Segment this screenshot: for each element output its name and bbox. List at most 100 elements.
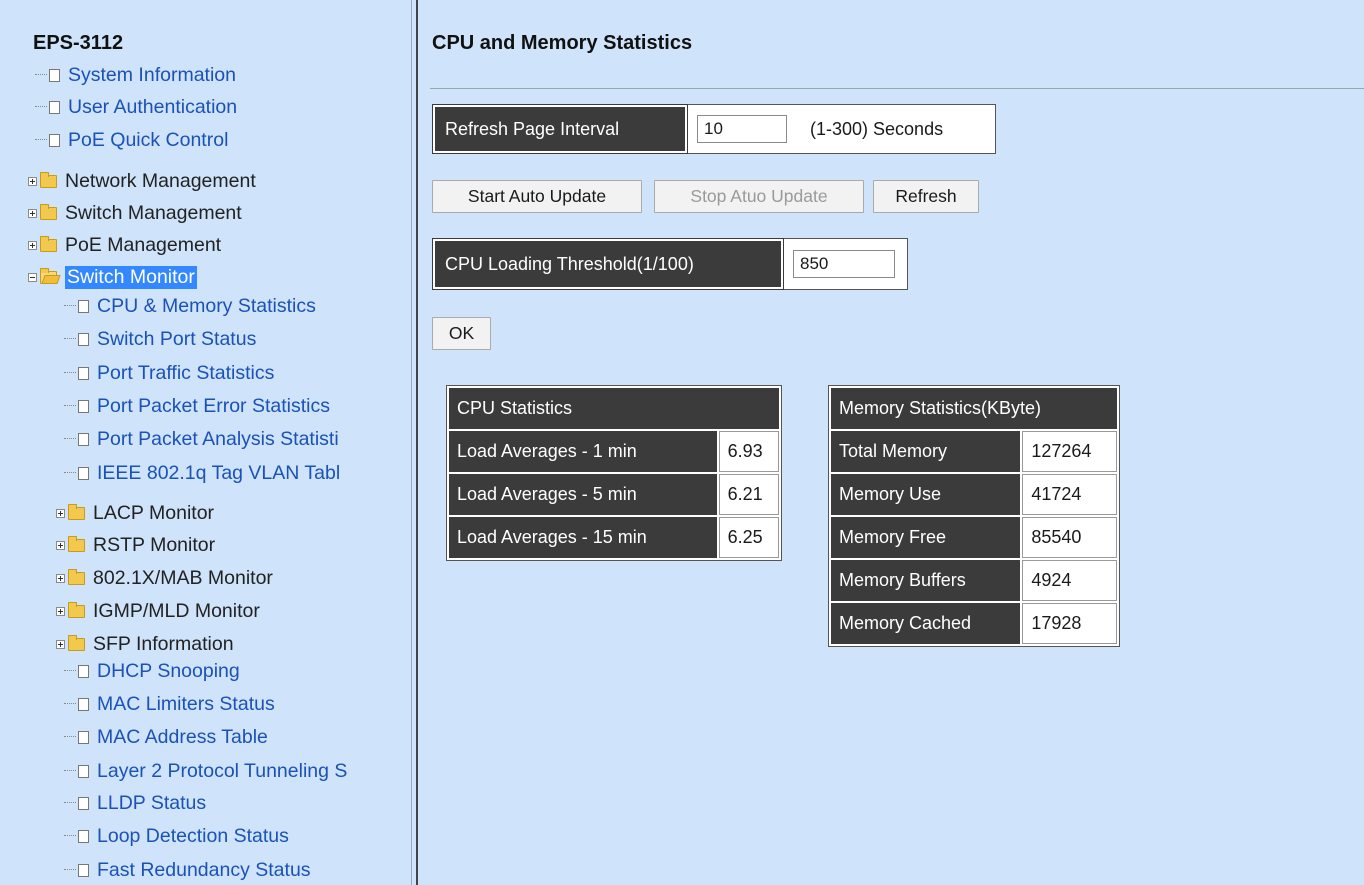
memory-value: 127264	[1022, 431, 1117, 472]
expand-icon[interactable]	[56, 540, 65, 550]
tree-item-switch-port-status[interactable]: Switch Port Status	[64, 324, 256, 354]
expand-icon[interactable]	[56, 508, 65, 518]
folder-icon	[40, 235, 57, 252]
page-icon	[78, 863, 89, 877]
refresh-interval-input[interactable]: 10	[697, 115, 787, 143]
start-auto-update-button[interactable]: Start Auto Update	[432, 180, 642, 213]
memory-label: Memory Use	[831, 474, 1021, 515]
expand-icon[interactable]	[28, 208, 37, 218]
expand-icon[interactable]	[56, 606, 65, 616]
page-icon	[78, 764, 89, 778]
tree-folder-8021x-mab-monitor[interactable]: 802.1X/MAB Monitor	[56, 563, 273, 593]
tree-item-dhcp-snooping[interactable]: DHCP Snooping	[64, 656, 240, 686]
tree-item-poe-quick-control[interactable]: PoE Quick Control	[35, 125, 228, 155]
page-icon	[49, 100, 60, 114]
tree-item-layer2-protocol-tunneling[interactable]: Layer 2 Protocol Tunneling S	[64, 756, 347, 786]
main-content: CPU and Memory Statistics Refresh Page I…	[422, 0, 1364, 885]
folder-icon	[68, 634, 85, 651]
page-icon	[78, 664, 89, 678]
tree-folder-switch-monitor[interactable]: Switch Monitor	[28, 262, 197, 292]
cpu-threshold-input[interactable]: 850	[793, 250, 895, 278]
page-icon	[78, 829, 89, 843]
expand-icon[interactable]	[28, 176, 37, 186]
cpu-load-label: Load Averages - 15 min	[449, 517, 717, 558]
tree-item-cpu-memory-statistics[interactable]: CPU & Memory Statistics	[64, 291, 316, 321]
tree-item-port-packet-error-statistics[interactable]: Port Packet Error Statistics	[64, 391, 330, 421]
stop-auto-update-button[interactable]: Stop Atuo Update	[654, 180, 864, 213]
ok-button[interactable]: OK	[432, 317, 491, 350]
folder-icon	[40, 203, 57, 220]
table-row: Memory Buffers 4924	[831, 560, 1117, 601]
page-icon	[78, 432, 89, 446]
tree-item-port-traffic-statistics[interactable]: Port Traffic Statistics	[64, 358, 274, 388]
cpu-threshold-row: CPU Loading Threshold(1/100) 850	[432, 238, 908, 290]
page-icon	[78, 730, 89, 744]
table-row: Memory Cached 17928	[831, 603, 1117, 644]
tree-item-lldp-status[interactable]: LLDP Status	[64, 788, 206, 818]
tree-item-mac-limiters-status[interactable]: MAC Limiters Status	[64, 689, 275, 719]
memory-value: 41724	[1022, 474, 1117, 515]
memory-value: 17928	[1022, 603, 1117, 644]
tree-folder-rstp-monitor[interactable]: RSTP Monitor	[56, 530, 215, 560]
cpu-load-label: Load Averages - 1 min	[449, 431, 717, 472]
page-icon	[78, 332, 89, 346]
tree-folder-lacp-monitor[interactable]: LACP Monitor	[56, 498, 214, 528]
collapse-icon[interactable]	[28, 272, 37, 282]
table-row: Load Averages - 15 min 6.25	[449, 517, 779, 558]
tree-item-fast-redundancy-status[interactable]: Fast Redundancy Status	[64, 855, 311, 885]
table-row: Load Averages - 1 min 6.93	[449, 431, 779, 472]
tree-folder-poe-management[interactable]: PoE Management	[28, 230, 221, 260]
tree-item-loop-detection-status[interactable]: Loop Detection Status	[64, 821, 289, 851]
page-icon	[78, 366, 89, 380]
page-title: CPU and Memory Statistics	[432, 32, 693, 54]
open-folder-icon	[40, 267, 57, 284]
memory-statistics-header: Memory Statistics(KByte)	[831, 388, 1117, 429]
table-row: Load Averages - 5 min 6.21	[449, 474, 779, 515]
refresh-interval-label: Refresh Page Interval	[432, 104, 688, 154]
folder-icon	[68, 535, 85, 552]
tree-item-ieee-8021q-tag-vlan-table[interactable]: IEEE 802.1q Tag VLAN Tabl	[64, 458, 340, 488]
expand-icon[interactable]	[56, 639, 65, 649]
table-row: Memory Use 41724	[831, 474, 1117, 515]
page-icon	[78, 796, 89, 810]
page-icon	[78, 697, 89, 711]
tree-folder-switch-management[interactable]: Switch Management	[28, 198, 242, 228]
cpu-statistics-table: CPU Statistics Load Averages - 1 min 6.9…	[446, 385, 782, 561]
refresh-button[interactable]: Refresh	[873, 180, 979, 213]
cpu-threshold-label: CPU Loading Threshold(1/100)	[432, 238, 784, 290]
tree-item-mac-address-table[interactable]: MAC Address Table	[64, 722, 268, 752]
frame-splitter[interactable]	[411, 0, 422, 885]
table-row: Total Memory 127264	[831, 431, 1117, 472]
refresh-interval-row: Refresh Page Interval 10 (1-300) Seconds	[432, 104, 996, 154]
memory-label: Total Memory	[831, 431, 1021, 472]
tree-item-system-information[interactable]: System Information	[35, 60, 236, 90]
expand-icon[interactable]	[56, 573, 65, 583]
memory-label: Memory Cached	[831, 603, 1021, 644]
memory-value: 85540	[1022, 517, 1117, 558]
cpu-load-value: 6.21	[718, 474, 779, 515]
page-icon	[49, 133, 60, 147]
tree-folder-network-management[interactable]: Network Management	[28, 166, 256, 196]
memory-statistics-table: Memory Statistics(KByte) Total Memory 12…	[828, 385, 1120, 647]
tree-item-port-packet-analysis-statistics[interactable]: Port Packet Analysis Statisti	[64, 424, 339, 454]
page-icon	[78, 399, 89, 413]
cpu-load-value: 6.25	[718, 517, 779, 558]
device-title: EPS-3112	[33, 32, 124, 54]
folder-icon	[68, 601, 85, 618]
tree-folder-igmp-mld-monitor[interactable]: IGMP/MLD Monitor	[56, 596, 260, 626]
table-row: Memory Free 85540	[831, 517, 1117, 558]
expand-icon[interactable]	[28, 240, 37, 250]
cpu-statistics-header: CPU Statistics	[449, 388, 779, 429]
tree-item-user-authentication[interactable]: User Authentication	[35, 92, 237, 122]
cpu-load-value: 6.93	[718, 431, 779, 472]
memory-label: Memory Buffers	[831, 560, 1021, 601]
memory-value: 4924	[1022, 560, 1117, 601]
page-icon	[78, 466, 89, 480]
title-divider	[430, 88, 1364, 89]
folder-icon	[40, 171, 57, 188]
cpu-load-label: Load Averages - 5 min	[449, 474, 717, 515]
folder-icon	[68, 503, 85, 520]
navigation-tree: EPS-3112 System Information User Authent…	[0, 0, 411, 885]
page-icon	[49, 68, 60, 82]
tree-folder-sfp-information[interactable]: SFP Information	[56, 629, 234, 659]
